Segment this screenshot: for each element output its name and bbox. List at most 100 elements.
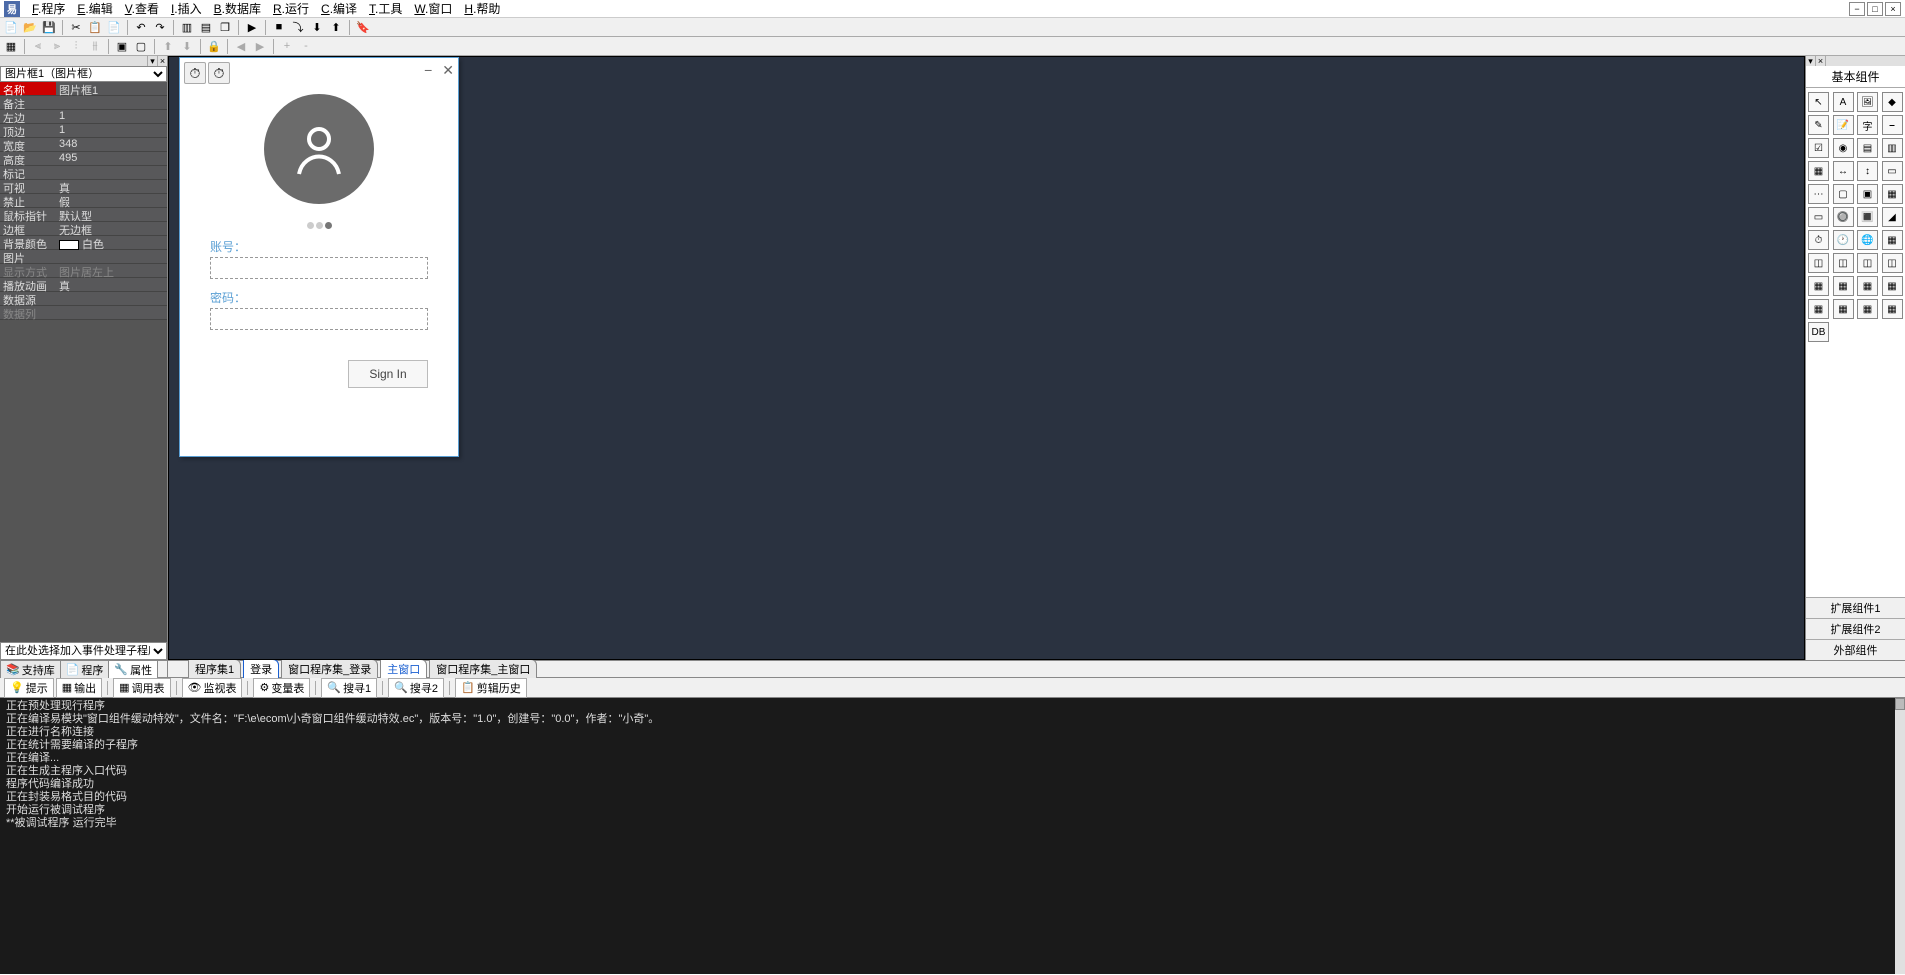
align-right-button[interactable]: ⫸ <box>48 38 66 55</box>
bookmark-button[interactable]: 🔖 <box>354 19 372 36</box>
component-c33[interactable]: ▦ <box>1808 276 1829 296</box>
prop-row-备注[interactable]: 备注 <box>0 96 167 110</box>
component-radio[interactable]: ◉ <box>1833 138 1854 158</box>
out-提示-button[interactable]: 💡提示 <box>4 678 54 698</box>
out-监视表-button[interactable]: 👁监视表 <box>182 678 243 698</box>
signin-button[interactable]: Sign In <box>348 360 428 388</box>
prop-row-标记[interactable]: 标记 <box>0 166 167 180</box>
component-list[interactable]: ▤ <box>1857 138 1878 158</box>
component-letter[interactable]: 字 <box>1857 115 1878 135</box>
component-grid[interactable]: ▦ <box>1882 230 1903 250</box>
component-c36[interactable]: ▦ <box>1882 276 1903 296</box>
prop-row-顶边[interactable]: 顶边1 <box>0 124 167 138</box>
login-form-window[interactable]: ⏱ ⏱ − ✕ 账号： 密码： Sign In <box>179 57 459 457</box>
out-调用表-button[interactable]: ▦调用表 <box>113 678 170 698</box>
align-bottom-button[interactable]: ⫵ <box>86 38 104 55</box>
component-c38[interactable]: ▦ <box>1833 299 1854 319</box>
bring-front-button[interactable]: ⬆ <box>159 38 177 55</box>
component-frame[interactable]: ▦ <box>1882 184 1903 204</box>
component-highlight[interactable]: ◢ <box>1882 207 1903 227</box>
cascade-button[interactable]: ❐ <box>216 19 234 36</box>
prop-row-数据源[interactable]: 数据源 <box>0 292 167 306</box>
menu-w[interactable]: W.窗口 <box>408 0 458 17</box>
tile-v-button[interactable]: ▤ <box>197 19 215 36</box>
form-close-button[interactable]: ✕ <box>442 62 454 79</box>
module-tab-登录[interactable]: 登录 <box>243 659 279 679</box>
event-selector[interactable]: 在此处选择加入事件处理子程序 <box>1 643 166 659</box>
zoom1-button[interactable]: + <box>278 38 296 55</box>
component-timer[interactable]: ⏱ <box>1808 230 1829 250</box>
component-line[interactable]: ⎯ <box>1882 115 1903 135</box>
component-clock[interactable]: 🕐 <box>1833 230 1854 250</box>
menu-e[interactable]: E.编辑 <box>71 0 118 17</box>
design-canvas[interactable]: ⏱ ⏱ − ✕ 账号： 密码： Sign In <box>168 56 1805 660</box>
menu-v[interactable]: V.查看 <box>119 0 165 17</box>
menu-h[interactable]: H.帮助 <box>458 0 506 17</box>
component-layout3[interactable]: ◫ <box>1857 253 1878 273</box>
tab-支持库[interactable]: 📚支持库 <box>0 660 61 679</box>
palette-close-button[interactable]: × <box>1816 56 1826 66</box>
component-check[interactable]: ☑ <box>1808 138 1829 158</box>
component-group[interactable]: ▣ <box>1857 184 1878 204</box>
component-odbc[interactable]: DB <box>1808 322 1829 342</box>
align-top-button[interactable]: ⫶ <box>67 38 85 55</box>
timer1-icon[interactable]: ⏱ <box>184 62 206 84</box>
tab-属性[interactable]: 🔧属性 <box>108 660 158 679</box>
menu-f[interactable]: F.程序 <box>26 0 71 17</box>
module-tab-窗口程序集_登录[interactable]: 窗口程序集_登录 <box>281 659 378 679</box>
prop-row-数据列[interactable]: 数据列 <box>0 306 167 320</box>
component-button2[interactable]: 🔳 <box>1857 207 1878 227</box>
output-console[interactable]: 正在预处理现行程序正在编译易模块"窗口组件缓动特效"，文件名："F:\e\eco… <box>0 698 1905 974</box>
undo-button[interactable]: ↶ <box>132 19 150 36</box>
lock-button[interactable]: 🔒 <box>205 38 223 55</box>
paste-button[interactable]: 📄 <box>105 19 123 36</box>
component-net[interactable]: 🌐 <box>1857 230 1878 250</box>
prop-row-边框[interactable]: 边框无边框 <box>0 222 167 236</box>
component-c35[interactable]: ▦ <box>1857 276 1878 296</box>
new-file-button[interactable]: 📄 <box>2 19 20 36</box>
ext-components-2[interactable]: 扩展组件2 <box>1806 618 1905 639</box>
component-progress[interactable]: ▭ <box>1882 161 1903 181</box>
component-label[interactable]: A <box>1833 92 1854 112</box>
component-layout1[interactable]: ◫ <box>1808 253 1829 273</box>
stop-button[interactable]: ■ <box>270 19 288 36</box>
open-file-button[interactable]: 📂 <box>21 19 39 36</box>
prop-row-禁止[interactable]: 禁止假 <box>0 194 167 208</box>
out-输出-button[interactable]: ▦输出 <box>56 678 102 698</box>
menu-i[interactable]: I.插入 <box>165 0 208 17</box>
prop-row-名称[interactable]: 名称图片框1 <box>0 82 167 96</box>
grid-toggle-button[interactable]: ▦ <box>2 38 20 55</box>
component-selector[interactable]: 图片框1（图片框） <box>0 66 167 82</box>
prop-row-播放动画[interactable]: 播放动画真 <box>0 278 167 292</box>
external-components[interactable]: 外部组件 <box>1806 639 1905 660</box>
out-搜寻1-button[interactable]: 🔍搜寻1 <box>321 678 377 698</box>
tab-程序[interactable]: 📄程序 <box>60 660 110 679</box>
property-table[interactable]: 名称图片框1备注左边1顶边1宽度348高度495标记可视真禁止假鼠标指针默认型边… <box>0 82 167 642</box>
menu-t[interactable]: T.工具 <box>363 0 408 17</box>
component-panel[interactable]: ▢ <box>1833 184 1854 204</box>
component-list2[interactable]: ▦ <box>1808 161 1829 181</box>
step-button[interactable]: ⤵ <box>289 19 307 36</box>
component-dots[interactable]: ⋯ <box>1808 184 1829 204</box>
component-vscroll[interactable]: ↕ <box>1857 161 1878 181</box>
send-back-button[interactable]: ⬇ <box>178 38 196 55</box>
password-input[interactable] <box>210 308 428 330</box>
component-combo[interactable]: ▥ <box>1882 138 1903 158</box>
next-button[interactable]: ▶ <box>251 38 269 55</box>
form-minimize-button[interactable]: − <box>424 62 432 79</box>
prop-row-宽度[interactable]: 宽度348 <box>0 138 167 152</box>
component-layout4[interactable]: ◫ <box>1882 253 1903 273</box>
component-hscroll[interactable]: ↔ <box>1833 161 1854 181</box>
component-pointer[interactable]: ↖ <box>1808 92 1829 112</box>
timer2-icon[interactable]: ⏱ <box>208 62 230 84</box>
tile-h-button[interactable]: ▥ <box>178 19 196 36</box>
group-button[interactable]: ▣ <box>113 38 131 55</box>
component-edit[interactable]: ✎ <box>1808 115 1829 135</box>
account-input[interactable] <box>210 257 428 279</box>
zoom2-button[interactable]: - <box>297 38 315 55</box>
component-c37[interactable]: ▦ <box>1808 299 1829 319</box>
save-file-button[interactable]: 💾 <box>40 19 58 36</box>
step-out-button[interactable]: ⬆ <box>327 19 345 36</box>
palette-dock-button[interactable]: ▾ <box>1806 56 1816 66</box>
prop-row-图片[interactable]: 图片 <box>0 250 167 264</box>
